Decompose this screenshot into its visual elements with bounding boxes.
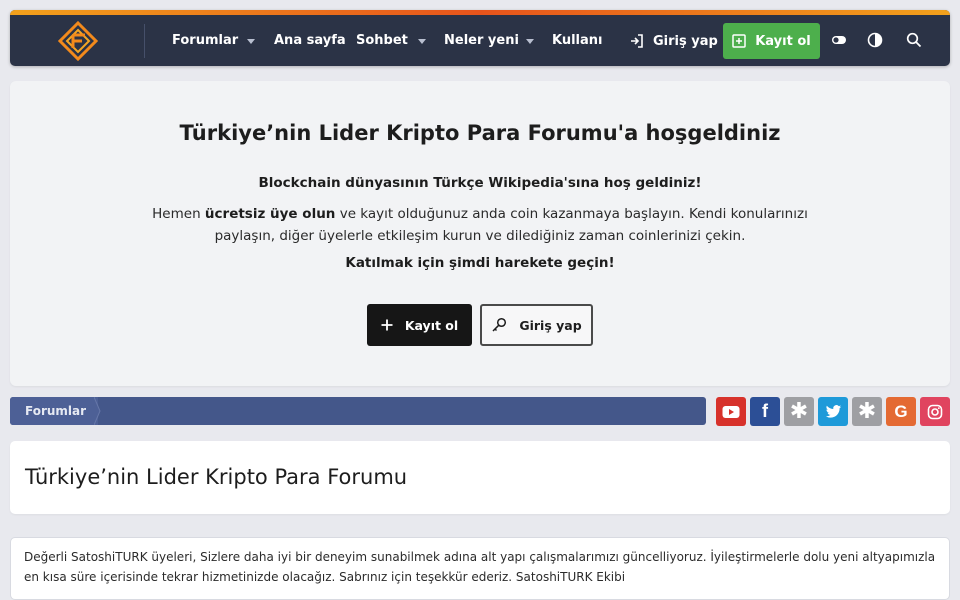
welcome-login-label: Giriş yap	[519, 317, 582, 333]
welcome-title: Türkiye’nin Lider Kripto Para Forumu'a h…	[179, 121, 781, 145]
plus-icon	[381, 319, 393, 331]
breadcrumb: Forumlar	[10, 397, 706, 425]
welcome-login-button[interactable]: Giriş yap	[480, 304, 593, 346]
notice-box: Değerli SatoshiTURK üyeleri, Sizlere dah…	[10, 537, 950, 600]
facebook-icon[interactable]: f	[750, 397, 780, 426]
toggle-icon[interactable]	[831, 32, 847, 48]
register-button[interactable]: Kayıt ol	[723, 23, 820, 59]
key-icon	[492, 317, 507, 332]
chevron-down-icon[interactable]	[247, 39, 255, 44]
page-title: Türkiye’nin Lider Kripto Para Forumu	[25, 465, 408, 489]
google-icon[interactable]: G	[886, 397, 916, 426]
register-button-label: Kayıt ol	[755, 33, 811, 49]
plus-square-icon	[732, 34, 746, 48]
asterisk-icon[interactable]: ✱	[852, 397, 882, 426]
chevron-down-icon[interactable]	[418, 39, 426, 44]
welcome-register-label: Kayıt ol	[404, 317, 459, 333]
search-icon[interactable]	[906, 32, 922, 48]
nav-sohbet[interactable]: Sohbet	[356, 30, 408, 52]
welcome-panel: Türkiye’nin Lider Kripto Para Forumu'a h…	[10, 81, 950, 386]
header-accent-stripe	[10, 10, 950, 15]
welcome-subtitle: Blockchain dünyasının Türkçe Wikipedia's…	[258, 175, 702, 191]
twitter-icon[interactable]	[818, 397, 848, 426]
sign-in-icon	[631, 34, 643, 48]
instagram-icon[interactable]	[920, 397, 950, 426]
top-navbar: Forumlar Ana sayfa Sohbet Neler yeni Kul…	[10, 10, 950, 66]
logo-icon[interactable]	[58, 21, 98, 61]
login-link[interactable]: Giriş yap	[629, 28, 718, 54]
welcome-cta: Katılmak için şimdi harekete geçin!	[345, 255, 615, 271]
welcome-register-button[interactable]: Kayıt ol	[367, 304, 472, 346]
notice-text: Değerli SatoshiTURK üyeleri, Sizlere dah…	[24, 550, 936, 584]
nav-divider	[144, 24, 145, 58]
welcome-body-bold: ücretsiz üye olun	[204, 206, 336, 222]
breadcrumb-arrow-icon	[94, 397, 101, 425]
welcome-body-prefix: Hemen	[152, 206, 205, 222]
contrast-icon[interactable]	[867, 32, 883, 48]
welcome-body: Hemen ücretsiz üye olun ve kayıt olduğun…	[120, 203, 840, 247]
asterisk-icon[interactable]: ✱	[784, 397, 814, 426]
breadcrumb-item-forumlar[interactable]: Forumlar	[10, 397, 98, 425]
nav-ana-sayfa[interactable]: Ana sayfa	[274, 30, 346, 52]
youtube-icon[interactable]	[716, 397, 746, 426]
nav-kullanici[interactable]: Kullanıcı	[552, 30, 602, 52]
page-title-block: Türkiye’nin Lider Kripto Para Forumu	[10, 441, 950, 514]
nav-neler-yeni[interactable]: Neler yeni	[444, 30, 519, 52]
nav-forumlar[interactable]: Forumlar	[172, 30, 238, 52]
login-link-label: Giriş yap	[653, 33, 718, 49]
chevron-down-icon[interactable]	[526, 39, 534, 44]
